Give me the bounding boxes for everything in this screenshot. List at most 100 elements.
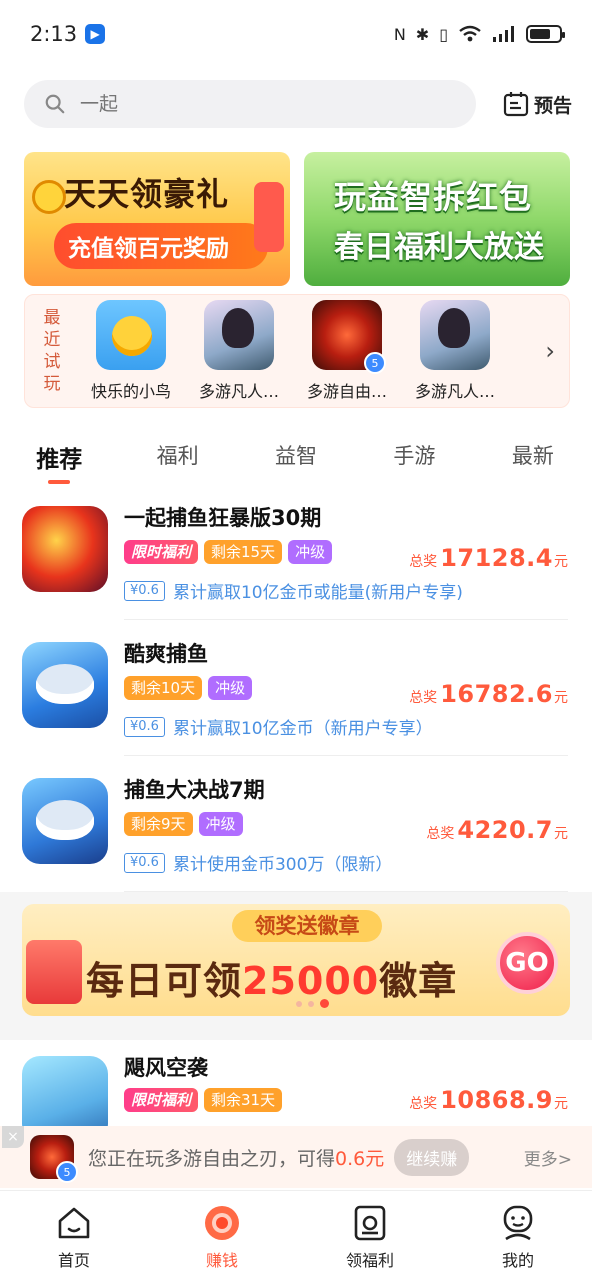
prize-amount: 10868.9 [440, 1086, 553, 1114]
recently-played-label: 最 近 试 玩 [25, 307, 79, 395]
search-input[interactable] [80, 93, 420, 115]
continue-earning-button[interactable]: 继续赚 [394, 1138, 470, 1176]
game-title: 一起捕鱼狂暴版30期 [124, 506, 322, 530]
category-tabs: 推荐 福利 益智 手游 最新 [0, 430, 592, 484]
vibrate-icon: ▯ [439, 24, 448, 44]
task-description: 累计赢取10亿金币（新用户专享） [172, 719, 433, 739]
game-list-item[interactable]: 一起捕鱼狂暴版30期 限时福利 剩余15天 冲级 总奖 17128.4 元 ¥0.6… [0, 484, 592, 620]
search-row: 预告 [24, 80, 572, 128]
nav-profile[interactable]: 我的 [444, 1191, 592, 1278]
remaining-days-badge: 剩余31天 [204, 1088, 283, 1112]
prize-unit: 元 [554, 690, 568, 706]
prize-label: 总奖 [409, 554, 438, 570]
label-char: 近 [43, 330, 61, 350]
nav-label: 首页 [57, 1251, 90, 1270]
gift-bag-icon [254, 182, 284, 252]
level-up-badge: 冲级 [288, 540, 333, 564]
reward-price-tag: ¥0.6 [124, 580, 165, 601]
tab-puzzle[interactable]: 益智 [237, 430, 355, 482]
game-title: 酷爽捕鱼 [124, 642, 208, 666]
remaining-days-badge: 剩余15天 [204, 540, 283, 564]
profile-icon [503, 1205, 533, 1241]
level-up-badge: 冲级 [208, 676, 253, 700]
nav-home[interactable]: 首页 [0, 1191, 148, 1278]
gift-card-icon [354, 1205, 386, 1241]
go-button[interactable]: GO [496, 932, 558, 994]
recently-played: 最 近 试 玩 快乐的小鸟 多游凡人… 5 多游自由… 多游凡人… › [24, 294, 570, 408]
preview-label: 预告 [533, 94, 572, 117]
chevron-right-icon[interactable]: › [545, 337, 555, 365]
recent-game-item[interactable]: 多游凡人… [195, 300, 283, 402]
preview-button[interactable]: 预告 [502, 90, 572, 118]
yellow-bird-icon [96, 300, 166, 370]
tab-recommend[interactable]: 推荐 [0, 430, 118, 484]
bottom-nav: 首页 赚钱 领福利 我的 [0, 1190, 592, 1278]
status-bar: 2:13 ▶ N ✱ ▯ [0, 0, 592, 68]
now-playing-amount: 0.6元 [335, 1147, 385, 1170]
label-char: 玩 [43, 374, 61, 394]
signal-icon [493, 26, 514, 42]
game-list-item[interactable]: 捕鱼大决战7期 剩余9天 冲级 总奖 4220.7 元 ¥0.6 累计使用金币300… [0, 756, 592, 892]
nav-welfare[interactable]: 领福利 [296, 1191, 444, 1278]
bluetooth-icon: ✱ [415, 24, 430, 44]
coin-icon [32, 180, 66, 214]
tab-welfare[interactable]: 福利 [118, 430, 236, 482]
search-icon [45, 94, 65, 114]
recent-game-item[interactable]: 5 多游自由… [303, 300, 391, 402]
total-prize: 总奖 16782.6 元 [409, 680, 568, 708]
recent-game-name: 多游自由… [306, 382, 387, 401]
nav-earn[interactable]: 赚钱 [148, 1191, 296, 1278]
carousel-dots [296, 999, 329, 1008]
prize-label: 总奖 [409, 1096, 438, 1112]
total-prize: 总奖 10868.9 元 [409, 1086, 568, 1114]
prize-unit: 元 [554, 1096, 568, 1112]
recent-game-item[interactable]: 多游凡人… [411, 300, 499, 402]
recent-game-item[interactable]: 快乐的小鸟 [87, 300, 175, 402]
now-playing-message: 您正在玩多游自由之刃，可得 [88, 1147, 336, 1170]
limited-welfare-badge: 限时福利 [124, 1088, 199, 1112]
prize-label: 总奖 [409, 690, 438, 706]
shark-game-icon [22, 778, 108, 864]
game-title: 飓风空袭 [124, 1056, 208, 1080]
game-list-item[interactable]: 飓风空袭 限时福利 剩余31天 总奖 10868.9 元 [0, 1040, 592, 1142]
promo-title-prefix: 每日可领 [86, 959, 243, 1003]
earn-icon [205, 1206, 239, 1240]
label-char: 试 [43, 352, 61, 372]
banner-title: 玩益智拆红包 [334, 178, 533, 216]
banner-puzzle-redpacket[interactable]: 玩益智拆红包 春日福利大放送 [304, 152, 570, 286]
tab-mobile-games[interactable]: 手游 [355, 430, 473, 482]
banner-recharge-reward[interactable]: 天天领豪礼 充值领百元奖励 [24, 152, 290, 286]
prize-unit: 元 [554, 826, 568, 842]
promo-title: 每日可领25000徽章 [86, 950, 457, 1005]
blue-flag-icon: ▶ [85, 24, 106, 44]
task-description: 累计赢取10亿金币或能量(新用户专享) [172, 583, 463, 603]
game-title: 捕鱼大决战7期 [124, 778, 265, 802]
close-icon[interactable]: × [2, 1126, 24, 1148]
tab-newest[interactable]: 最新 [474, 430, 592, 482]
task-description: 累计使用金币300万（限新） [172, 855, 393, 875]
now-playing-bar: × 5 您正在玩多游自由之刃，可得0.6元 继续赚 更多> [0, 1126, 592, 1188]
reward-price-tag: ¥0.6 [124, 852, 165, 873]
reward-price-tag: ¥0.6 [124, 716, 165, 737]
more-link[interactable]: 更多> [524, 1145, 572, 1170]
game-list-item[interactable]: 酷爽捕鱼 剩余10天 冲级 总奖 16782.6 元 ¥0.6 累计赢取10亿金币（… [0, 620, 592, 756]
promo-title-suffix: 徽章 [379, 959, 458, 1003]
promo-badge-banner[interactable]: 领奖送徽章 每日可领25000徽章 GO [22, 904, 570, 1016]
label-char: 最 [43, 308, 61, 328]
fish-game-icon [22, 506, 108, 592]
search-box[interactable] [24, 80, 476, 128]
blade-icon: 5 [30, 1135, 78, 1183]
battery-icon [526, 25, 565, 43]
banner-subtitle: 充值领百元奖励 [54, 223, 268, 269]
prize-amount: 16782.6 [440, 680, 553, 708]
wifi-icon [459, 25, 481, 42]
promo-title-number: 25000 [242, 959, 380, 1003]
prize-amount: 4220.7 [457, 816, 553, 844]
status-time: 2:13 [30, 22, 78, 46]
fairy-girl-icon [420, 300, 490, 370]
banner-subtitle: 春日福利大放送 [334, 230, 544, 265]
remaining-days-badge: 剩余9天 [124, 812, 193, 836]
promo-subtitle: 领奖送徽章 [232, 910, 382, 942]
calendar-icon [503, 92, 529, 117]
divider [124, 891, 568, 892]
